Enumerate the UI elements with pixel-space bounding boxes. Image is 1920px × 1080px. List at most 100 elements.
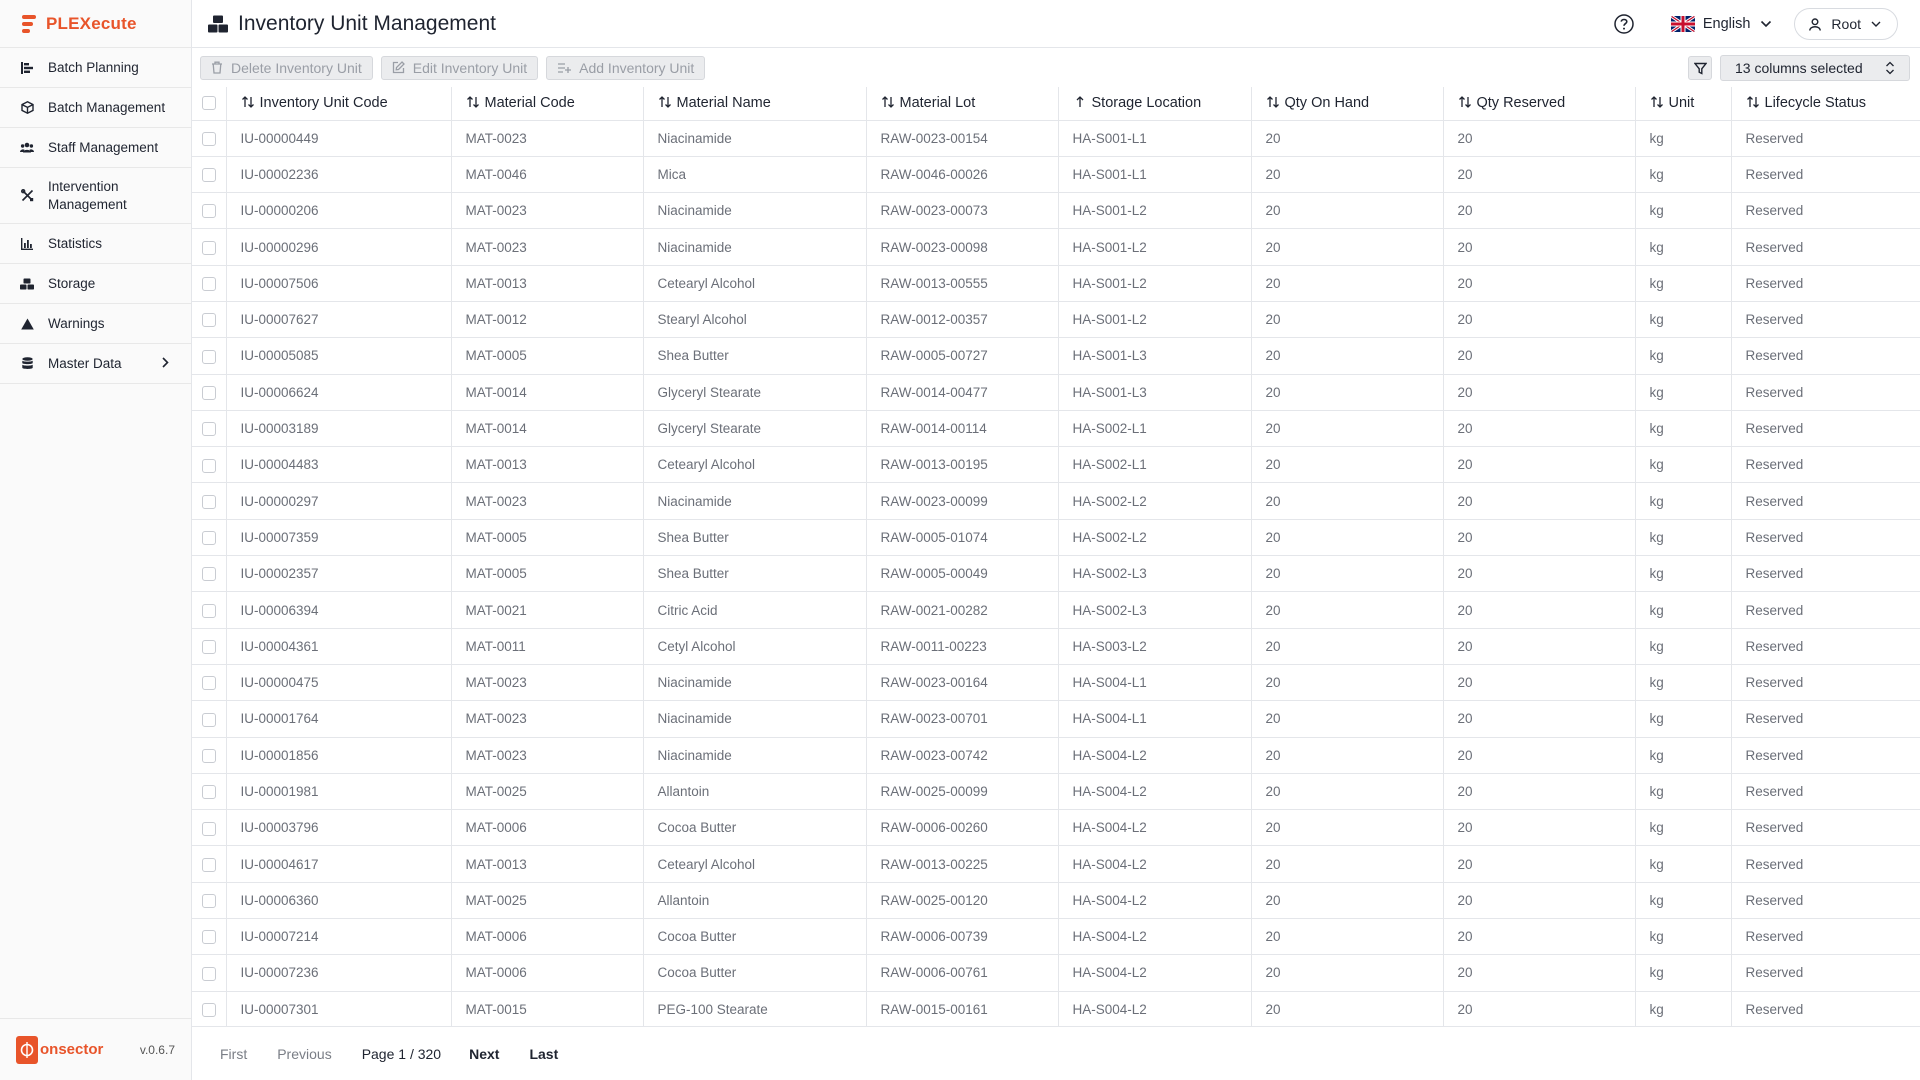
table-row[interactable]: IU-00004483 MAT-0013 Cetearyl Alcohol RAW-0… (192, 446, 1920, 484)
column-header-material-code[interactable]: Material Code (450, 87, 644, 121)
last-page-button[interactable]: Last (529, 1046, 558, 1062)
row-checkbox-cell[interactable] (192, 409, 227, 448)
row-checkbox[interactable] (201, 930, 216, 945)
row-checkbox[interactable] (201, 1002, 216, 1017)
row-checkbox[interactable] (201, 640, 216, 655)
row-checkbox[interactable] (201, 131, 216, 146)
table-row[interactable]: IU-00001764 MAT-0023 Niacinamide RAW-0023-0… (192, 700, 1920, 738)
sidebar-item-master-data[interactable]: Master Data (0, 344, 191, 384)
row-checkbox-cell[interactable] (192, 990, 227, 1026)
row-checkbox-cell[interactable] (192, 809, 227, 847)
sidebar-item-batch-management[interactable]: Batch Management (0, 88, 191, 128)
row-checkbox[interactable] (201, 603, 216, 618)
row-checkbox[interactable] (201, 785, 216, 800)
table-row[interactable]: IU-00007359 MAT-0005 Shea Butter RAW-0005-0… (192, 518, 1920, 557)
row-checkbox[interactable] (201, 748, 216, 763)
row-checkbox[interactable] (201, 240, 216, 255)
row-checkbox-cell[interactable] (192, 337, 227, 375)
column-header-qty-on-hand[interactable]: Qty On Hand (1250, 87, 1444, 121)
sidebar-item-warnings[interactable]: Warnings (0, 304, 191, 344)
row-checkbox-cell[interactable] (192, 881, 227, 920)
previous-page-button[interactable]: Previous (277, 1046, 331, 1062)
row-checkbox[interactable] (201, 531, 216, 546)
table-row[interactable]: IU-00000206 MAT-0023 Niacinamide RAW-0023-0… (192, 192, 1920, 230)
edit-inventory-unit-button[interactable]: Edit Inventory Unit (380, 55, 539, 80)
next-page-button[interactable]: Next (469, 1046, 499, 1062)
table-row[interactable]: IU-00000296 MAT-0023 Niacinamide RAW-0023-0… (192, 228, 1920, 266)
brand[interactable]: PLEXecute (0, 0, 191, 48)
row-checkbox[interactable] (201, 966, 216, 981)
row-checkbox-cell[interactable] (192, 663, 227, 702)
row-checkbox-cell[interactable] (192, 119, 227, 157)
row-checkbox[interactable] (201, 204, 216, 219)
row-checkbox-cell[interactable] (192, 555, 227, 593)
language-selector[interactable]: English (1670, 16, 1773, 32)
table-row[interactable]: IU-00007627 MAT-0012 Stearyl Alcohol RAW-00… (192, 300, 1920, 339)
row-checkbox-cell[interactable] (192, 518, 227, 557)
column-header-material-name[interactable]: Material Name (642, 87, 867, 121)
table-row[interactable]: IU-00006624 MAT-0014 Glyceryl Stearate RAW-… (192, 373, 1920, 411)
column-header-material-lot[interactable]: Material Lot (865, 87, 1059, 121)
row-checkbox-cell[interactable] (192, 373, 227, 411)
row-checkbox-cell[interactable] (192, 228, 227, 266)
sidebar-item-intervention-management[interactable]: Intervention Management (0, 168, 191, 224)
table-row[interactable]: IU-00000297 MAT-0023 Niacinamide RAW-0023-0… (192, 482, 1920, 520)
table-row[interactable]: IU-00007236 MAT-0006 Cocoa Butter RAW-0006-… (192, 954, 1920, 992)
row-checkbox-cell[interactable] (192, 264, 227, 302)
row-checkbox[interactable] (201, 821, 216, 836)
table-row[interactable]: IU-00006394 MAT-0021 Citric Acid RAW-0021-0… (192, 591, 1920, 629)
row-checkbox[interactable] (201, 349, 216, 364)
first-page-button[interactable]: First (220, 1046, 247, 1062)
sidebar-item-statistics[interactable]: Statistics (0, 224, 191, 264)
table-row[interactable]: IU-00003796 MAT-0006 Cocoa Butter RAW-0006-… (192, 809, 1920, 847)
add-inventory-unit-button[interactable]: Add Inventory Unit (546, 55, 706, 80)
row-checkbox-cell[interactable] (192, 482, 227, 520)
table-row[interactable]: IU-00001856 MAT-0023 Niacinamide RAW-0023-0… (192, 736, 1920, 774)
row-checkbox-cell[interactable] (192, 591, 227, 629)
filter-button[interactable] (1688, 56, 1712, 80)
column-header-inventory-unit-code[interactable]: Inventory Unit Code (225, 87, 452, 121)
row-checkbox[interactable] (201, 458, 216, 473)
user-menu-button[interactable]: Root (1794, 8, 1898, 40)
row-checkbox[interactable] (201, 313, 216, 328)
row-checkbox-cell[interactable] (192, 300, 227, 339)
table-row[interactable]: IU-00000475 MAT-0023 Niacinamide RAW-0023-0… (192, 663, 1920, 702)
row-checkbox[interactable] (201, 494, 216, 509)
row-checkbox[interactable] (201, 712, 216, 727)
column-header-storage-location[interactable]: Storage Location (1057, 87, 1252, 121)
table-row[interactable]: IU-00007506 MAT-0013 Cetearyl Alcohol RAW-0… (192, 264, 1920, 302)
row-checkbox-cell[interactable] (192, 845, 227, 883)
table-row[interactable]: IU-00001981 MAT-0025 Allantoin RAW-0025-000… (192, 772, 1920, 811)
row-checkbox-cell[interactable] (192, 772, 227, 811)
row-checkbox[interactable] (201, 894, 216, 909)
row-checkbox[interactable] (201, 676, 216, 691)
select-all-checkbox[interactable] (201, 96, 216, 111)
delete-inventory-unit-button[interactable]: Delete Inventory Unit (200, 55, 373, 80)
row-checkbox-cell[interactable] (192, 155, 227, 194)
table-row[interactable]: IU-00000449 MAT-0023 Niacinamide RAW-0023-0… (192, 119, 1920, 157)
row-checkbox[interactable] (201, 567, 216, 582)
row-checkbox-cell[interactable] (192, 627, 227, 665)
table-row[interactable]: IU-00007301 MAT-0015 PEG-100 Stearate RAW-0… (192, 990, 1920, 1026)
table-row[interactable]: IU-00002357 MAT-0005 Shea Butter RAW-0005-0… (192, 555, 1920, 593)
row-checkbox-cell[interactable] (192, 700, 227, 738)
table-row[interactable]: IU-00005085 MAT-0005 Shea Butter RAW-0005-0… (192, 337, 1920, 375)
row-checkbox-cell[interactable] (192, 736, 227, 774)
sidebar-item-batch-planning[interactable]: Batch Planning (0, 48, 191, 88)
table-row[interactable]: IU-00004361 MAT-0011 Cetyl Alcohol RAW-0011… (192, 627, 1920, 665)
select-all-checkbox-cell[interactable] (192, 87, 227, 121)
column-header-lifecycle-status[interactable]: Lifecycle Status (1730, 87, 1920, 121)
help-icon[interactable] (1613, 13, 1635, 35)
sidebar-item-storage[interactable]: Storage (0, 264, 191, 304)
table-row[interactable]: IU-00003189 MAT-0014 Glyceryl Stearate RAW-… (192, 409, 1920, 448)
row-checkbox-cell[interactable] (192, 446, 227, 484)
row-checkbox[interactable] (201, 168, 216, 183)
table-row[interactable]: IU-00006360 MAT-0025 Allantoin RAW-0025-001… (192, 881, 1920, 920)
row-checkbox[interactable] (201, 857, 216, 872)
row-checkbox[interactable] (201, 385, 216, 400)
row-checkbox-cell[interactable] (192, 192, 227, 230)
row-checkbox-cell[interactable] (192, 954, 227, 992)
row-checkbox[interactable] (201, 422, 216, 437)
table-row[interactable]: IU-00007214 MAT-0006 Cocoa Butter RAW-0006-… (192, 918, 1920, 956)
row-checkbox[interactable] (201, 277, 216, 292)
